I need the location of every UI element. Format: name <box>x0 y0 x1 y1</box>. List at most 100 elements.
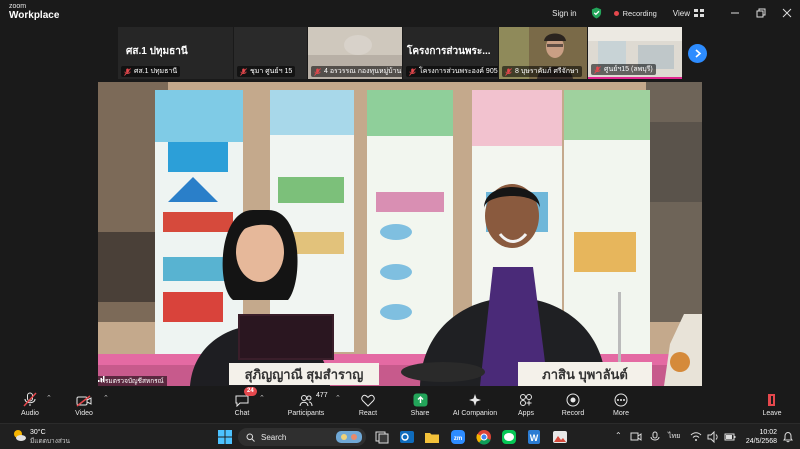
chat-unread-badge: 24 <box>244 387 257 396</box>
minimize-button[interactable] <box>722 0 748 26</box>
participant-tile[interactable]: โครงการส่วนพระ... โครงการส่วนพระองค์ 905… <box>403 27 498 79</box>
recording-dot-icon <box>613 10 619 16</box>
video-label: Video <box>75 410 93 417</box>
video-options-caret[interactable]: ⌃ <box>103 394 109 402</box>
chrome-icon[interactable] <box>476 429 492 445</box>
participant-tile[interactable]: ชุมา ศูนย์ฯ 15 <box>234 27 307 79</box>
active-speaker-name: กรมตรวจบัญชีสหกรณ์ <box>101 378 164 385</box>
participants-button[interactable]: 477 Participants <box>276 391 336 417</box>
active-speaker-video[interactable]: สุภิญญาณี สุมสำราญ ภาสิน บุพาลันต์ กรมตร… <box>98 82 702 386</box>
apps-label: Apps <box>518 410 534 417</box>
participant-tile[interactable]: ศูนย์ฯ15 (ลพบุรี) <box>588 27 682 79</box>
view-button[interactable]: View <box>673 9 704 18</box>
participants-icon <box>299 395 313 407</box>
tile-caption-text: โครงการส่วนพระองค์ 905... <box>419 68 498 75</box>
svg-text:W: W <box>530 433 539 443</box>
wifi-icon[interactable] <box>690 431 702 443</box>
tile-caption-text: ศูนย์ฯ15 (ลพบุรี) <box>604 66 653 73</box>
tile-caption: โครงการส่วนพระองค์ 905... <box>406 66 498 77</box>
system-clock[interactable]: 10:02 24/5/2568 <box>743 428 777 446</box>
clock-date: 24/5/2568 <box>745 438 777 445</box>
search-highlight-icon <box>336 431 362 443</box>
brand-bottom: Workplace <box>9 10 60 21</box>
leave-button[interactable]: Leave <box>742 391 800 417</box>
participants-label: Participants <box>287 410 325 417</box>
battery-icon[interactable] <box>724 431 736 443</box>
tile-caption: ศส.1 ปทุมธานี <box>121 66 181 77</box>
zoom-app-icon[interactable]: zm <box>450 429 466 445</box>
tile-caption-text: ชุมา ศูนย์ฯ 15 <box>250 68 293 75</box>
input-language[interactable]: ไทย <box>668 431 680 442</box>
ai-companion-label: AI Companion <box>452 410 498 417</box>
sign-in-link[interactable]: Sign in <box>552 9 576 18</box>
react-button[interactable]: React <box>338 391 398 417</box>
taskbar-search[interactable]: Search <box>238 428 366 446</box>
tile-caption-text: 4 อรวรรณ กองทุนหมู่บ้าน <box>324 68 402 75</box>
chat-options-caret[interactable]: ⌃ <box>259 394 265 402</box>
participant-tile[interactable]: 8 บุษราคัมภ์ ศรีจักษา <box>499 27 587 79</box>
mic-muted-icon <box>240 67 247 76</box>
recording-indicator[interactable]: Recording <box>613 9 657 18</box>
windows-taskbar: 30°C มีแดดบางส่วน Search zm W ⌃ ไทย 10:0… <box>0 423 800 449</box>
audio-label: Audio <box>21 410 39 417</box>
sparkle-icon <box>469 394 481 406</box>
meet-now-icon[interactable] <box>630 431 642 443</box>
shield-check-icon[interactable] <box>591 7 602 19</box>
share-button[interactable]: Share <box>390 391 450 417</box>
mic-muted-icon <box>594 65 601 74</box>
microphone-tray-icon[interactable] <box>650 431 660 443</box>
tile-caption: 4 อรวรรณ กองทุนหมู่บ้าน <box>311 66 402 77</box>
mic-muted-icon <box>23 392 37 407</box>
heart-icon <box>361 394 375 407</box>
restore-button[interactable] <box>748 0 774 26</box>
more-button[interactable]: More <box>591 391 651 417</box>
brand-top: zoom <box>9 3 27 10</box>
speaker-icon[interactable] <box>707 431 719 443</box>
weather-temperature: 30°C <box>30 429 46 436</box>
close-icon <box>782 8 792 18</box>
mic-muted-icon <box>409 67 416 76</box>
outlook-icon[interactable] <box>399 429 415 445</box>
mic-muted-icon <box>505 67 512 76</box>
windows-start-icon[interactable] <box>217 429 233 445</box>
tile-caption: 8 บุษราคัมภ์ ศรีจักษา <box>502 66 582 77</box>
chevron-right-icon <box>694 49 701 58</box>
chat-label: Chat <box>234 410 250 417</box>
file-explorer-icon[interactable] <box>424 429 440 445</box>
tile-caption-text: 8 บุษราคัมภ์ ศรีจักษา <box>515 68 579 75</box>
tile-caption: ชุมา ศูนย์ฯ 15 <box>237 66 296 77</box>
search-placeholder: Search <box>261 432 287 442</box>
participant-tile[interactable]: ศส.1 ปทุมธานี ศส.1 ปทุมธานี <box>118 27 233 79</box>
grid-icon <box>694 9 704 17</box>
tile-name-large: ศส.1 ปทุมธานี <box>126 46 188 57</box>
tray-overflow-icon[interactable]: ⌃ <box>615 431 622 440</box>
meeting-toolbar: Audio ⌃ Video ⌃ 24 Chat ⌃ 477 Participan… <box>0 387 800 422</box>
close-window-button[interactable] <box>774 0 800 26</box>
participant-tile[interactable]: 4 อรวรรณ กองทุนหมู่บ้าน <box>308 27 402 79</box>
title-bar: zoom Workplace Sign in Recording View <box>0 0 800 26</box>
view-label: View <box>672 8 690 18</box>
app-logo: zoom Workplace <box>9 3 59 21</box>
record-label: Record <box>561 410 585 417</box>
more-icon <box>614 393 628 407</box>
task-view-icon[interactable] <box>374 429 390 445</box>
apps-icon <box>520 394 532 406</box>
word-icon[interactable]: W <box>526 429 542 445</box>
leave-label: Leave <box>762 410 782 417</box>
audio-options-caret[interactable]: ⌃ <box>46 394 52 402</box>
weather-widget[interactable]: 30°C มีแดดบางส่วน <box>12 428 70 446</box>
video-off-icon <box>76 395 92 407</box>
video-frame <box>98 82 702 386</box>
next-thumbnails-button[interactable] <box>688 44 707 63</box>
nameplate-left: สุภิญญาณี สุมสำราญ <box>229 363 379 385</box>
notification-bell-icon[interactable] <box>782 431 794 443</box>
zoom-window: zoom Workplace Sign in Recording View ศส… <box>0 0 800 449</box>
active-speaker-label: กรมตรวจบัญชีสหกรณ์ <box>98 376 167 386</box>
mic-muted-icon <box>314 67 321 76</box>
record-icon <box>566 393 580 407</box>
participants-count: 477 <box>316 392 328 399</box>
photos-icon[interactable] <box>552 429 568 445</box>
search-icon <box>246 433 255 442</box>
line-app-icon[interactable] <box>501 429 517 445</box>
sun-cloud-icon <box>14 430 26 441</box>
